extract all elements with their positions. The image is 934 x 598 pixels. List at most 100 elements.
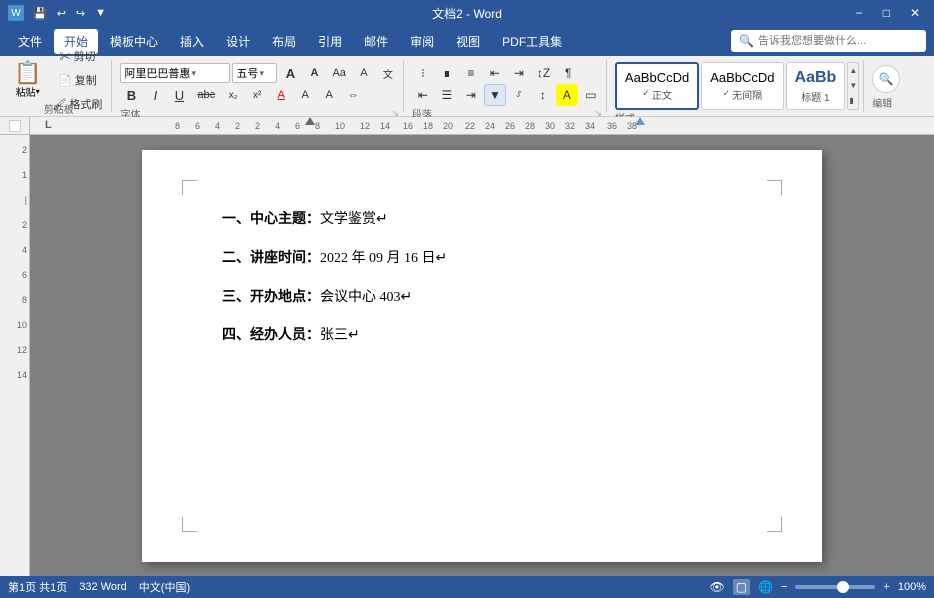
menu-view[interactable]: 视图: [446, 29, 490, 54]
search-replace-btn[interactable]: 🔍: [872, 65, 900, 93]
bold-btn[interactable]: B: [120, 84, 142, 106]
doc-line-2-value: 2022 年 09 月 16 日↵: [320, 251, 447, 266]
decrease-indent-btn[interactable]: ⇤: [484, 62, 506, 84]
web-view-btn[interactable]: 🌐: [758, 580, 773, 594]
ruler-corner: [0, 117, 29, 135]
justify-btn[interactable]: ▼: [484, 84, 506, 106]
bullets-btn[interactable]: ⁝: [412, 62, 434, 84]
paste-icon: 📋: [14, 62, 41, 84]
menu-mailings[interactable]: 邮件: [354, 29, 398, 54]
menu-references[interactable]: 引用: [308, 29, 352, 54]
numbering-btn[interactable]: ∎: [436, 62, 458, 84]
superscript-btn[interactable]: x²: [246, 84, 268, 106]
word-count: 332 Word: [79, 581, 127, 593]
menu-layout[interactable]: 布局: [262, 29, 306, 54]
line-spacing-btn[interactable]: ↕: [532, 84, 554, 106]
read-view-btn[interactable]: 👁: [709, 580, 724, 594]
menu-template[interactable]: 模板中心: [100, 29, 168, 54]
zoom-thumb: [837, 581, 849, 593]
window-title: 文档2 - Word: [432, 5, 502, 22]
para-row1: ⁝ ∎ ≡ ⇤ ⇥ ↕Z ¶: [412, 62, 602, 84]
font-color-btn[interactable]: A: [270, 84, 292, 106]
para-row2: ⇤ ☰ ⇥ ▼ ⸉ ↕ A ▭: [412, 84, 602, 106]
clear-format-btn[interactable]: A: [353, 62, 375, 84]
menu-pdf[interactable]: PDF工具集: [492, 29, 572, 54]
customize-quick-btn[interactable]: ▼: [92, 6, 109, 20]
window-controls: − □ ✕: [850, 5, 926, 21]
border-btn[interactable]: ▭: [580, 84, 602, 106]
font-case-btn[interactable]: Aa: [327, 62, 350, 84]
search-input[interactable]: [758, 35, 918, 47]
cut-btn[interactable]: ✂ 剪切: [47, 45, 107, 67]
right-indent-marker[interactable]: [635, 117, 645, 125]
column-btn[interactable]: ⸉: [508, 84, 530, 106]
underline-btn[interactable]: U: [168, 84, 190, 106]
restore-btn[interactable]: □: [877, 5, 896, 21]
corner-br: [767, 517, 782, 532]
font-grow-btn[interactable]: A: [279, 62, 301, 84]
style-heading1[interactable]: AaBb 标题 1: [786, 62, 846, 110]
font-shrink-btn[interactable]: A: [303, 62, 325, 84]
document-page: 一、中心主题：文学鉴赏↵ 二、讲座时间：2022 年 09 月 16 日↵ 三、…: [142, 150, 822, 562]
language: 中文(中国): [139, 579, 190, 595]
align-right-btn[interactable]: ⇥: [460, 84, 482, 106]
undo-quick-btn[interactable]: ↩: [54, 6, 69, 21]
doc-line-3-label: 三、开办地点：: [222, 290, 320, 305]
indent-marker[interactable]: [305, 117, 315, 125]
zoom-level[interactable]: 100%: [898, 581, 926, 593]
doc-area-container: 2 1 | 2 4 6 8 10 12 14 8 6 4 2 2 4 6 8: [0, 117, 934, 577]
paste-label: 粘贴▾: [16, 84, 40, 99]
copy-btn[interactable]: 📄 复制: [47, 69, 107, 91]
redo-quick-btn[interactable]: ↪: [73, 6, 88, 21]
align-center-btn[interactable]: ☰: [436, 84, 458, 106]
font-name-combo[interactable]: 阿里巴巴普惠: [120, 63, 230, 83]
menu-bar: 文件 开始 模板中心 插入 设计 布局 引用 邮件 审阅 视图 PDF工具集 🔍: [0, 26, 934, 56]
status-bar: 第1页 共1页 332 Word 中文(中国) 👁 ▢ 🌐 − + 100%: [0, 576, 934, 598]
highlight-btn[interactable]: A: [294, 84, 316, 106]
doc-line-4-label: 四、经办人员：: [222, 328, 320, 343]
font-group: 阿里巴巴普惠 五号 A A Aa A 文 B I U abc x₂ x² A A…: [116, 60, 403, 112]
layout-view-btn[interactable]: ▢: [733, 579, 750, 595]
show-marks-btn[interactable]: ¶: [557, 62, 579, 84]
increase-indent-btn[interactable]: ⇥: [508, 62, 530, 84]
style-no-spacing[interactable]: AaBbCcDd ✓ 无间隔: [701, 62, 783, 110]
style-normal[interactable]: AaBbCcDd ✓ 正文: [615, 62, 699, 110]
horizontal-ruler: 8 6 4 2 2 4 6 8 10 12 14 16 18 20 22 24 …: [30, 117, 934, 135]
close-btn[interactable]: ✕: [904, 5, 926, 21]
doc-line-3: 三、开办地点：会议中心 403↵: [222, 283, 742, 314]
doc-line-2: 二、讲座时间：2022 年 09 月 16 日↵: [222, 244, 742, 275]
multilevel-btn[interactable]: ≡: [460, 62, 482, 84]
clipboard-label: 剪贴板: [44, 101, 74, 116]
doc-line-1-value: 文学鉴赏↵: [320, 212, 388, 227]
minimize-btn[interactable]: −: [850, 5, 869, 21]
paste-btn[interactable]: 📋 粘贴▾: [10, 60, 45, 100]
style-gallery-scroll[interactable]: ▲ ▼ ▮: [847, 62, 859, 110]
zoom-out-btn[interactable]: −: [781, 581, 787, 593]
v-ruler-marks: 2 1 | 2 4 6 8 10 12 14: [0, 135, 29, 577]
menu-file[interactable]: 文件: [8, 29, 52, 54]
save-quick-btn[interactable]: 💾: [30, 6, 50, 21]
font-shade-btn[interactable]: A: [318, 84, 340, 106]
paragraph-group: ⁝ ∎ ≡ ⇤ ⇥ ↕Z ¶ ⇤ ☰ ⇥ ▼ ⸉ ↕ A ▭ 段落 ↘: [408, 60, 607, 112]
char-spacing-btn[interactable]: ⇔: [342, 84, 364, 106]
phonetic-btn[interactable]: 文: [377, 62, 399, 84]
menu-insert[interactable]: 插入: [170, 29, 214, 54]
document-content[interactable]: 一、中心主题：文学鉴赏↵ 二、讲座时间：2022 年 09 月 16 日↵ 三、…: [222, 205, 742, 352]
doc-line-1: 一、中心主题：文学鉴赏↵: [222, 205, 742, 236]
status-right: 👁 ▢ 🌐 − + 100%: [709, 579, 926, 595]
strikethrough-btn[interactable]: abc: [192, 84, 220, 106]
zoom-in-btn[interactable]: +: [883, 581, 889, 593]
shading-btn[interactable]: A: [556, 84, 578, 106]
tab-type-indicator[interactable]: L: [45, 119, 52, 131]
italic-btn[interactable]: I: [144, 84, 166, 106]
font-size-combo[interactable]: 五号: [232, 63, 277, 83]
sort-btn[interactable]: ↕Z: [532, 62, 555, 84]
menu-design[interactable]: 设计: [216, 29, 260, 54]
font-row1: 阿里巴巴普惠 五号 A A Aa A 文: [120, 62, 398, 84]
zoom-slider[interactable]: [795, 585, 875, 589]
align-left-btn[interactable]: ⇤: [412, 84, 434, 106]
menu-review[interactable]: 审阅: [400, 29, 444, 54]
subscript-btn[interactable]: x₂: [222, 84, 244, 106]
document-scroll-area[interactable]: 一、中心主题：文学鉴赏↵ 二、讲座时间：2022 年 09 月 16 日↵ 三、…: [30, 135, 934, 577]
title-bar: W 💾 ↩ ↪ ▼ 文档2 - Word − □ ✕: [0, 0, 934, 26]
